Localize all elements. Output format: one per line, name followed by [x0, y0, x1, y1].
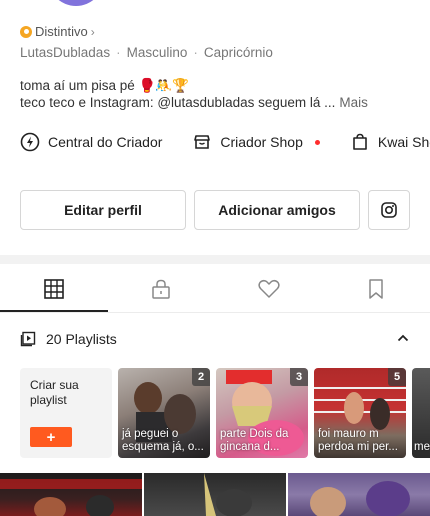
playlist-count: 5 [388, 368, 406, 386]
shop-icon [194, 135, 211, 149]
username: LutasDubladas [20, 45, 111, 60]
gender: Masculino [126, 45, 188, 60]
grid-icon [43, 279, 64, 299]
video-thumbnail-image [310, 481, 410, 516]
chevron-right-icon: › [90, 24, 95, 39]
heart-icon [258, 279, 280, 298]
tab-liked[interactable] [215, 266, 323, 312]
tab-saved[interactable] [323, 266, 430, 312]
video-thumbnail[interactable] [0, 473, 142, 516]
playlist-icon [20, 331, 36, 347]
tabs-divider [0, 312, 430, 313]
playlist-title: já peguei o esquema já, o... [122, 428, 204, 453]
bio-more-link[interactable]: Mais [339, 95, 368, 110]
playlist-card[interactable]: 2 já peguei o esquema já, o... [118, 368, 210, 458]
lock-icon [152, 279, 170, 299]
shortcut-creator-center[interactable]: Central do Criador [20, 132, 162, 152]
add-friends-button[interactable]: Adicionar amigos [194, 190, 360, 230]
playlists-count: 20 Playlists [46, 331, 117, 347]
playlist-title: parte Dois da gincana d... [220, 428, 289, 453]
video-thumbnail[interactable] [288, 473, 430, 516]
content-tabs [0, 266, 430, 312]
tab-grid[interactable] [0, 266, 108, 312]
instagram-button[interactable] [368, 190, 410, 230]
bag-icon [353, 133, 367, 150]
shortcut-kwai-shop[interactable]: Kwai Sho [350, 132, 430, 152]
playlist-title: me 20 [414, 441, 430, 453]
shortcut-creator-shop[interactable]: Criador Shop [192, 132, 320, 152]
create-playlist-button[interactable]: + [30, 427, 72, 447]
bio: toma aí um pisa pé 🥊🤼🏆 teco teco e Insta… [20, 77, 430, 111]
playlist-count: 3 [290, 368, 308, 386]
bio-line-1: toma aí um pisa pé 🥊🤼🏆 [20, 78, 189, 93]
separator: · [116, 45, 121, 60]
playlist-count: 2 [192, 368, 210, 386]
separator: · [193, 45, 198, 60]
video-thumbnail-image [204, 473, 252, 516]
instagram-icon [381, 202, 397, 218]
video-thumbnail-image [0, 479, 142, 516]
playlist-card[interactable]: 5 foi mauro m perdoa mi per... [314, 368, 406, 458]
badge-icon [20, 25, 32, 38]
playlists-header[interactable]: 20 Playlists [20, 331, 117, 347]
shortcut-row: Central do Criador Criador Shop Kwai Sho [20, 132, 430, 152]
tab-private[interactable] [108, 266, 216, 312]
create-playlist-card[interactable]: Criar sua playlist + [20, 368, 112, 458]
shortcut-label: Criador Shop [220, 134, 303, 150]
video-thumbnail[interactable] [144, 473, 286, 516]
badge-link[interactable]: Distintivo › [20, 24, 95, 39]
badge-label: Distintivo [35, 24, 88, 39]
lightning-circle-icon [20, 132, 40, 152]
profile-meta: LutasDubladas · Masculino · Capricórnio [20, 45, 273, 60]
section-divider [0, 255, 430, 264]
avatar[interactable] [48, 0, 104, 6]
edit-profile-button[interactable]: Editar perfil [20, 190, 186, 230]
playlist-card[interactable]: 3 parte Dois da gincana d... [216, 368, 308, 458]
collapse-button[interactable] [396, 331, 410, 350]
chevron-up-icon [397, 334, 409, 342]
create-playlist-label: Criar sua playlist [30, 378, 79, 407]
shortcut-label: Kwai Sho [377, 134, 430, 150]
playlist-title: foi mauro m perdoa mi per... [318, 428, 398, 453]
shortcut-label: Central do Criador [48, 134, 163, 150]
zodiac-sign: Capricórnio [203, 45, 273, 60]
playlist-card[interactable]: me 20 [412, 368, 430, 458]
notification-dot [314, 139, 320, 145]
bio-line-2: teco teco e Instagram: @lutasdubladas se… [20, 95, 368, 110]
bookmark-icon [369, 279, 383, 299]
